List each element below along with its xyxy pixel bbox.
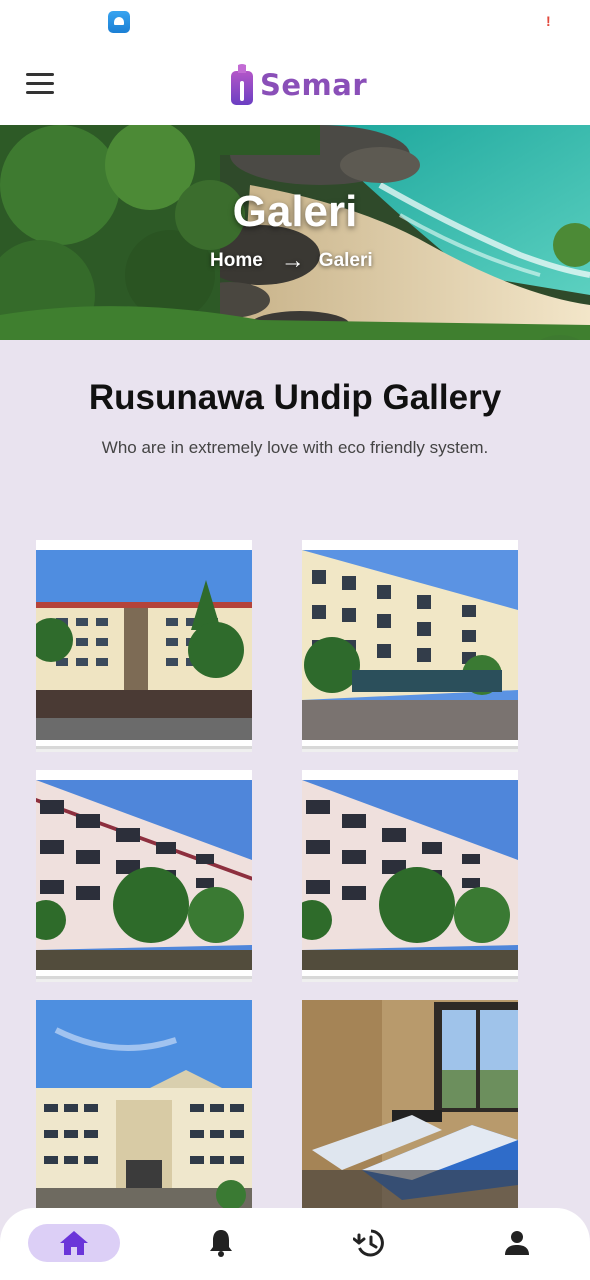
bell-icon	[210, 1230, 232, 1257]
home-icon	[60, 1231, 88, 1255]
status-bar: !	[0, 0, 590, 44]
gallery-item[interactable]	[302, 540, 518, 746]
dormitory-building-photo	[36, 770, 252, 970]
dormitory-building-photo	[302, 540, 518, 740]
gallery-item[interactable]	[302, 1000, 518, 1208]
breadcrumb-current: Galeri	[318, 250, 373, 271]
app-name: Semar	[260, 68, 368, 102]
dorm-room-photo	[302, 1000, 518, 1208]
section-subtitle: Who are in extremely love with eco frien…	[101, 438, 489, 457]
hero-banner: Galeri Home → Galeri	[0, 125, 590, 340]
gallery-item[interactable]	[302, 770, 518, 976]
page-title: Galeri	[232, 187, 358, 236]
dormitory-building-photo	[36, 540, 252, 740]
gallery-item[interactable]	[36, 1000, 252, 1208]
semar-logo-icon	[231, 64, 253, 105]
dormitory-building-photo	[36, 1000, 252, 1208]
hamburger-menu-icon[interactable]	[26, 73, 54, 95]
nav-home[interactable]	[28, 1224, 120, 1262]
profile-icon	[505, 1231, 529, 1255]
breadcrumb: Home → Galeri	[210, 247, 373, 275]
section-title: Rusunawa Undip Gallery	[88, 378, 502, 417]
cloud-app-icon	[108, 11, 130, 33]
arrow-right-icon: →	[280, 247, 305, 274]
history-icon	[353, 1229, 384, 1257]
dormitory-building-photo	[302, 770, 518, 970]
nav-notifications[interactable]	[196, 1224, 246, 1262]
nav-history[interactable]	[344, 1224, 394, 1262]
alert-icon: !	[546, 13, 551, 29]
app-bar: Semar	[0, 44, 590, 125]
nav-profile[interactable]	[492, 1224, 542, 1262]
gallery-item[interactable]	[36, 770, 252, 976]
bottom-navigation	[0, 1208, 590, 1280]
breadcrumb-home-link[interactable]: Home	[210, 250, 263, 272]
gallery-item[interactable]	[36, 540, 252, 746]
app-logo: Semar	[230, 61, 367, 109]
